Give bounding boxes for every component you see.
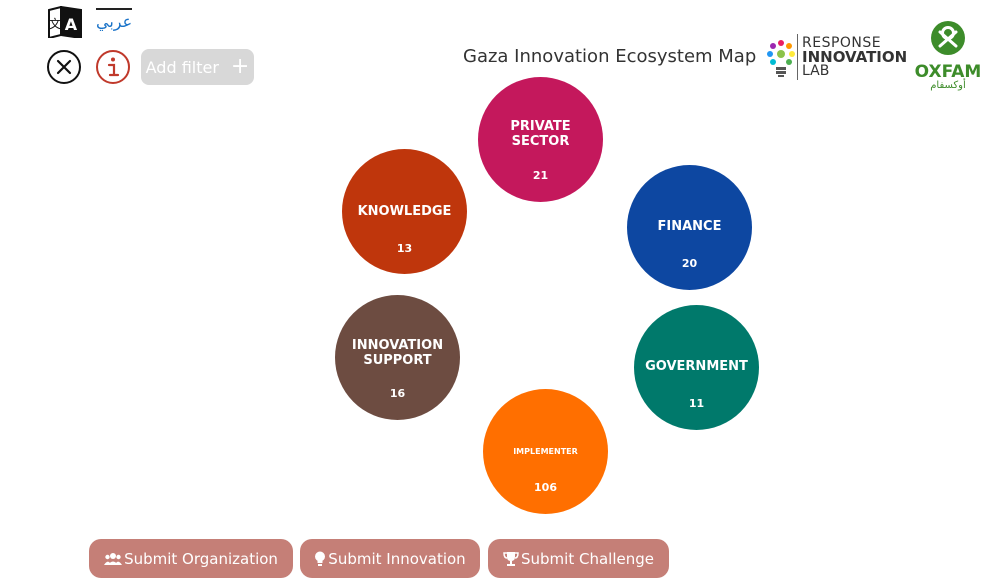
bubble-finance[interactable]: FINANCE 20 — [627, 165, 752, 290]
submit-innovation-button[interactable]: Submit Innovation — [300, 539, 480, 578]
oxfam-wordmark: OXFAM — [914, 62, 982, 82]
submit-organization-label: Submit Organization — [124, 549, 278, 568]
submit-organization-button[interactable]: Submit Organization — [89, 539, 293, 578]
submit-challenge-button[interactable]: Submit Challenge — [488, 539, 669, 578]
page-title: Gaza Innovation Ecosystem Map — [463, 46, 757, 67]
lightbulb-icon — [315, 551, 326, 566]
add-filter-label: Add filter — [145, 57, 219, 77]
language-link[interactable]: عربي — [96, 8, 133, 31]
bubble-knowledge[interactable]: KNOWLEDGE 13 — [342, 149, 467, 274]
trophy-icon — [503, 551, 519, 566]
lightbulb-icon — [767, 40, 795, 77]
bubble-implementer[interactable]: IMPLEMENTER 106 — [483, 389, 608, 514]
add-filter-button[interactable]: Add filter + — [141, 49, 254, 85]
bubble-label: GOVERNMENT — [645, 359, 748, 374]
bubble-count: 16 — [389, 387, 406, 400]
oxfam-logo: OXFAM أوكسفام — [912, 20, 984, 91]
logo-line-innovation: INNOVATION — [802, 48, 908, 66]
submit-innovation-label: Submit Innovation — [328, 549, 466, 568]
translate-icon[interactable]: 文 A — [47, 5, 83, 40]
bubble-count: 21 — [532, 169, 549, 182]
bubble-government[interactable]: GOVERNMENT 11 — [634, 305, 759, 430]
bubble-label: KNOWLEDGE — [357, 204, 452, 219]
info-button[interactable] — [96, 50, 130, 84]
bubble-label: IMPLEMENTER — [513, 447, 578, 456]
info-icon — [107, 57, 120, 77]
bubble-label: PRIVATE SECTOR — [510, 119, 571, 149]
bubble-count: 13 — [396, 242, 413, 255]
bubble-count: 11 — [688, 397, 705, 410]
clear-button[interactable] — [47, 50, 81, 84]
oxfam-emblem-icon — [931, 21, 965, 55]
plus-icon: + — [230, 54, 250, 79]
bubble-private-sector[interactable]: PRIVATE SECTOR 21 — [478, 77, 603, 202]
logo-divider — [797, 34, 798, 80]
logo-line-lab: LAB — [802, 63, 830, 79]
bubble-label: FINANCE — [657, 219, 722, 234]
close-icon — [56, 59, 72, 75]
bubble-innovation-support[interactable]: INNOVATION SUPPORT 16 — [335, 295, 460, 420]
bubble-count: 20 — [681, 257, 698, 270]
bubble-count: 106 — [534, 481, 557, 494]
bubble-label: INNOVATION SUPPORT — [351, 338, 444, 368]
users-icon — [104, 552, 123, 565]
submit-challenge-label: Submit Challenge — [521, 549, 654, 568]
svg-text:A: A — [65, 15, 78, 34]
svg-text:文: 文 — [49, 16, 61, 31]
